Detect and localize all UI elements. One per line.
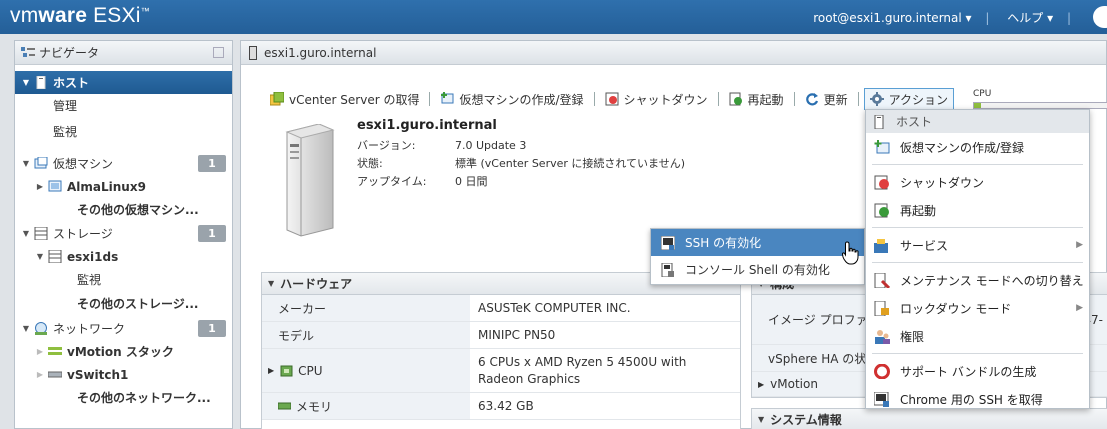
hardware-card: ▼ ハードウェア メーカー ASUSTeK COMPUTER INC. モデル MIN…: [261, 272, 741, 429]
navigator-icon: [21, 46, 35, 57]
nav-network[interactable]: ▼ ネットワーク 1: [15, 317, 232, 340]
services-icon: [874, 238, 888, 253]
enable-ssh-item[interactable]: SSH の有効化: [651, 229, 864, 256]
ssh-icon: [874, 391, 889, 407]
host-name: esxi1.guro.internal: [357, 118, 497, 133]
nav-more-storage[interactable]: その他のストレージ...: [15, 292, 232, 315]
host-icon: [874, 114, 884, 129]
lock-icon: [874, 300, 889, 316]
user-menu[interactable]: root@esxi1.guro.internal ▾: [813, 11, 971, 25]
datastore-icon: [48, 250, 62, 263]
shutdown-icon: [874, 175, 889, 189]
nav-manage[interactable]: 管理: [15, 94, 232, 117]
hardware-row-cpu[interactable]: ▶ CPU 6 CPUs x AMD Ryzen 5 4500U with Rad…: [262, 349, 740, 393]
main-title: esxi1.guro.internal: [264, 45, 377, 60]
cpu-usage-bar: [973, 102, 1107, 109]
nav-datastore-monitor[interactable]: 監視: [15, 268, 232, 291]
reboot-icon: [729, 92, 742, 106]
vms-count-badge: 1: [198, 155, 226, 172]
ssh-icon: [661, 235, 675, 250]
network-count-badge: 1: [198, 320, 226, 337]
storage-count-badge: 1: [198, 225, 226, 242]
navigator-header: ナビゲータ: [15, 41, 232, 65]
nav-more-vms[interactable]: その他の仮想マシン...: [15, 198, 232, 221]
reboot-icon: [874, 203, 889, 217]
console-shell-icon: [661, 262, 674, 277]
main-header: esxi1.guro.internal: [241, 41, 1106, 65]
host-summary: esxi1.guro.internal バージョン: 7.0 Update 3 状…: [357, 118, 686, 188]
nav-host[interactable]: ▼ ホスト: [15, 71, 232, 94]
tcpip-stack-icon: [48, 347, 62, 355]
shutdown-button[interactable]: シャットダウン: [600, 88, 713, 110]
vmware-esxi-logo: vmware ESXi™: [10, 4, 150, 27]
hardware-row-model: モデル MINIPC PN50: [262, 322, 740, 349]
storage-icon: [34, 227, 48, 240]
vm-icon: [48, 180, 62, 192]
actions-menu-header: ホスト: [866, 110, 1089, 133]
create-vm-button[interactable]: 仮想マシンの作成/登録: [435, 88, 588, 110]
menu-maintenance-mode[interactable]: メンテナンス モードへの切り替え: [866, 266, 1089, 294]
menu-services[interactable]: サービス ▶: [866, 231, 1089, 259]
nav-net-vswitch1[interactable]: ▶ vSwitch1: [15, 363, 232, 386]
hand-pointer-cursor-icon: [842, 241, 859, 265]
menu-get-ssh-chrome[interactable]: Chrome 用の SSH を取得: [866, 385, 1089, 413]
navigator-title: ナビゲータ: [39, 46, 100, 60]
refresh-icon: [805, 93, 818, 106]
host-icon: [249, 45, 257, 60]
menu-permissions[interactable]: 権限: [866, 322, 1089, 350]
vswitch-icon: [48, 371, 62, 378]
memory-icon: [278, 402, 291, 410]
help-menu[interactable]: ヘルプ ▾: [1007, 11, 1053, 25]
menu-reboot[interactable]: 再起動: [866, 196, 1089, 224]
actions-menu: ホスト 仮想マシンの作成/登録 シャットダウン 再起動 サービス ▶ メンテナン…: [865, 109, 1090, 409]
refresh-button[interactable]: 更新: [800, 88, 853, 110]
menu-shutdown[interactable]: シャットダウン: [866, 168, 1089, 196]
get-vcenter-button[interactable]: vCenter Server の取得: [265, 88, 424, 110]
users-icon: [875, 329, 890, 344]
host-icon: [36, 76, 46, 89]
cpu-icon: [280, 365, 293, 376]
collapse-navigator-icon[interactable]: [213, 47, 224, 58]
lifebuoy-icon: [874, 363, 890, 379]
nav-storage[interactable]: ▼ ストレージ 1: [15, 222, 232, 245]
maintenance-icon: [874, 272, 890, 288]
nav-datastore-esxi1ds[interactable]: ▼ esxi1ds: [15, 245, 232, 268]
host-state: 標準 (vCenter Server に接続されていません): [455, 157, 686, 170]
nav-vms[interactable]: ▼ 仮想マシン 1: [15, 152, 232, 175]
navigator-panel: ナビゲータ ▼ ホスト 管理 監視 ▼ 仮想マシン 1 ▶ AlmaLinux9…: [14, 40, 233, 429]
host-version: 7.0 Update 3: [455, 138, 527, 152]
vm-icon: [34, 157, 48, 169]
hardware-row-memory: メモリ 63.42 GB: [262, 393, 740, 420]
services-submenu: SSH の有効化 コンソール Shell の有効化: [650, 228, 865, 285]
menu-lockdown-mode[interactable]: ロックダウン モード ▶: [866, 294, 1089, 322]
shutdown-icon: [605, 92, 619, 106]
create-vm-icon: [874, 139, 890, 153]
actions-button[interactable]: アクション: [863, 88, 954, 110]
hardware-row-manufacturer: メーカー ASUSTeK COMPUTER INC.: [262, 295, 740, 322]
gear-icon: [869, 92, 884, 106]
create-vm-icon: [441, 92, 454, 104]
menu-generate-support-bundle[interactable]: サポート バンドルの生成: [866, 357, 1089, 385]
server-image: [285, 124, 335, 237]
enable-console-shell-item[interactable]: コンソール Shell の有効化: [651, 256, 864, 283]
nav-vm-almalinux[interactable]: ▶ AlmaLinux9: [15, 175, 232, 198]
toolbar: vCenter Server の取得 仮想マシンの作成/登録 シャットダウン 再…: [265, 88, 954, 110]
nav-monitor[interactable]: 監視: [15, 120, 232, 143]
nav-net-vmotion[interactable]: ▶ vMotion スタック: [15, 340, 232, 363]
cpu-usage-label: CPU: [973, 89, 992, 99]
reboot-button[interactable]: 再起動: [724, 88, 789, 110]
nav-more-networks[interactable]: その他のネットワーク...: [15, 386, 232, 409]
host-uptime: 0 日間: [455, 175, 488, 188]
search-field[interactable]: [1093, 6, 1107, 28]
vcenter-icon: [270, 92, 284, 106]
top-bar: vmware ESXi™ root@esxi1.guro.internal ▾ |…: [0, 0, 1107, 34]
menu-create-vm[interactable]: 仮想マシンの作成/登録: [866, 133, 1089, 161]
network-icon: [35, 322, 47, 335]
cpu-usage-fill: [974, 103, 981, 108]
